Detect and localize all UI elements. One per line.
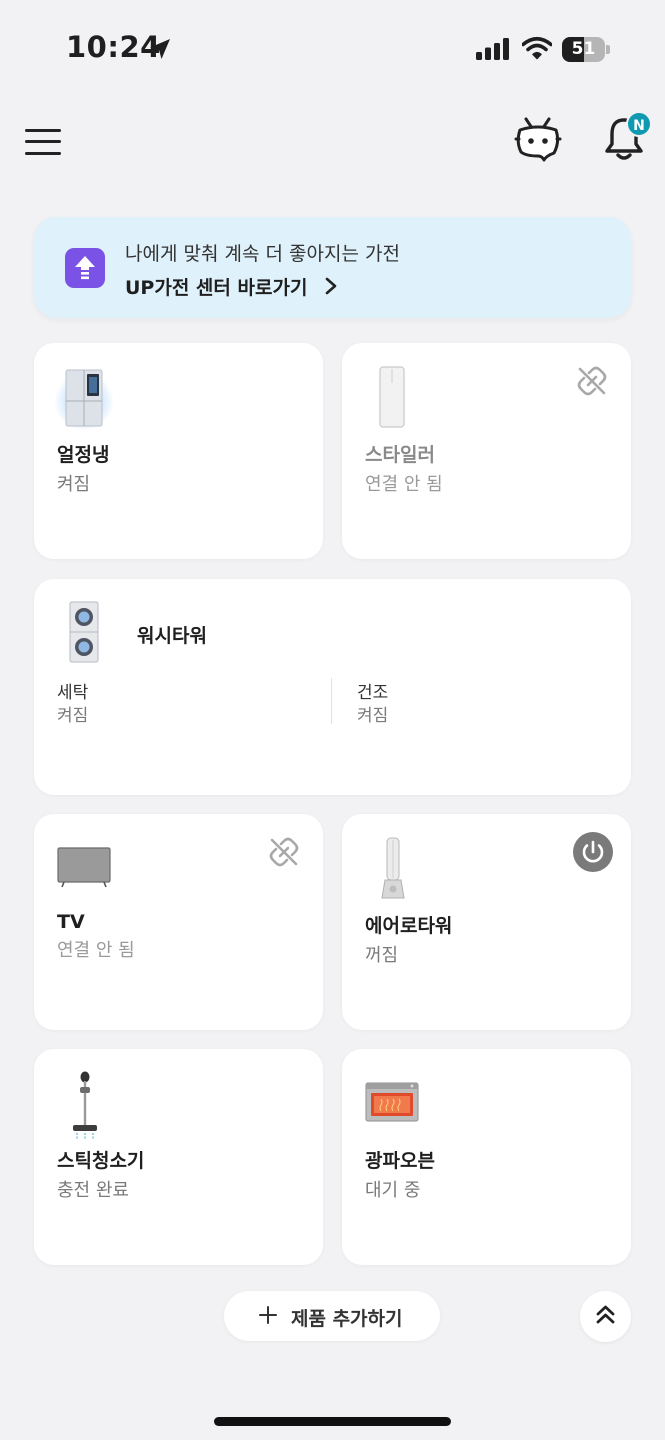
device-status: 꺼짐 xyxy=(365,945,399,966)
device-card-vacuum[interactable]: 스틱청소기 충전 완료 xyxy=(34,1049,323,1265)
styler-icon xyxy=(379,366,405,428)
wifi-icon xyxy=(522,36,552,60)
link-off-icon xyxy=(269,837,299,867)
up-appliance-banner[interactable]: 나에게 맞춰 계속 더 좋아지는 가전 UP가전 센터 바로가기 xyxy=(34,217,631,318)
device-status: 켜짐 xyxy=(57,474,91,495)
battery-cap xyxy=(606,45,610,54)
notification-badge: N xyxy=(626,111,652,137)
device-status: 연결 안 됨 xyxy=(57,940,135,961)
wash-status: 켜짐 xyxy=(57,706,89,726)
battery-percentage: 51 xyxy=(571,39,596,59)
aerotower-icon xyxy=(381,837,405,899)
device-name: 워시타워 xyxy=(137,625,207,647)
dry-label: 건조 xyxy=(357,683,389,703)
device-card-aerotower[interactable]: 에어로타워 꺼짐 xyxy=(342,814,631,1030)
signal-bars-icon xyxy=(476,38,509,60)
hamburger-menu-icon[interactable] xyxy=(25,126,61,158)
add-product-button[interactable]: 제품 추가하기 xyxy=(224,1291,440,1341)
device-card-fridge[interactable]: 얼정냉 켜짐 xyxy=(34,343,323,559)
device-name: 광파오븐 xyxy=(365,1150,435,1172)
banner-subtitle: 나에게 맞춰 계속 더 좋아지는 가전 xyxy=(125,243,400,265)
scroll-top-icon xyxy=(596,1305,615,1324)
add-product-label: 제품 추가하기 xyxy=(291,1308,403,1330)
device-card-washtower[interactable]: 워시타워 세탁 켜짐 건조 켜짐 xyxy=(34,579,631,795)
device-status: 대기 중 xyxy=(365,1180,421,1201)
device-card-oven[interactable]: 광파오븐 대기 중 xyxy=(342,1049,631,1265)
device-name: 스타일러 xyxy=(365,444,435,466)
washtower-icon xyxy=(69,601,99,663)
home-indicator[interactable] xyxy=(214,1417,451,1426)
device-name: TV xyxy=(57,911,85,933)
device-name: 스틱청소기 xyxy=(57,1150,145,1172)
device-status: 충전 완료 xyxy=(57,1180,129,1201)
device-name: 얼정냉 xyxy=(57,444,110,466)
link-off-icon xyxy=(577,366,607,396)
tv-icon xyxy=(57,847,111,888)
stick-vacuum-icon xyxy=(73,1071,97,1139)
refrigerator-icon xyxy=(54,369,114,429)
device-status: 연결 안 됨 xyxy=(365,474,443,495)
location-arrow-icon xyxy=(150,39,170,59)
device-card-tv[interactable]: TV 연결 안 됨 xyxy=(34,814,323,1030)
plus-icon xyxy=(259,1306,277,1324)
chatbot-icon[interactable] xyxy=(514,116,562,162)
status-time: 10:24 xyxy=(66,30,161,64)
dry-status: 켜짐 xyxy=(357,706,389,726)
upgrade-arrow-icon xyxy=(65,248,105,288)
banner-link-label: UP가전 센터 바로가기 xyxy=(125,277,308,299)
battery-icon: 51 xyxy=(562,37,610,62)
wash-label: 세탁 xyxy=(57,683,89,703)
section-divider xyxy=(331,678,332,724)
power-icon xyxy=(582,840,604,863)
device-name: 에어로타워 xyxy=(365,915,453,937)
scroll-top-button[interactable] xyxy=(580,1291,631,1342)
chevron-right-icon xyxy=(325,277,337,295)
power-button[interactable] xyxy=(573,832,613,872)
device-card-styler[interactable]: 스타일러 연결 안 됨 xyxy=(342,343,631,559)
oven-icon xyxy=(365,1082,419,1122)
status-bar: 10:24 51 xyxy=(0,0,665,100)
